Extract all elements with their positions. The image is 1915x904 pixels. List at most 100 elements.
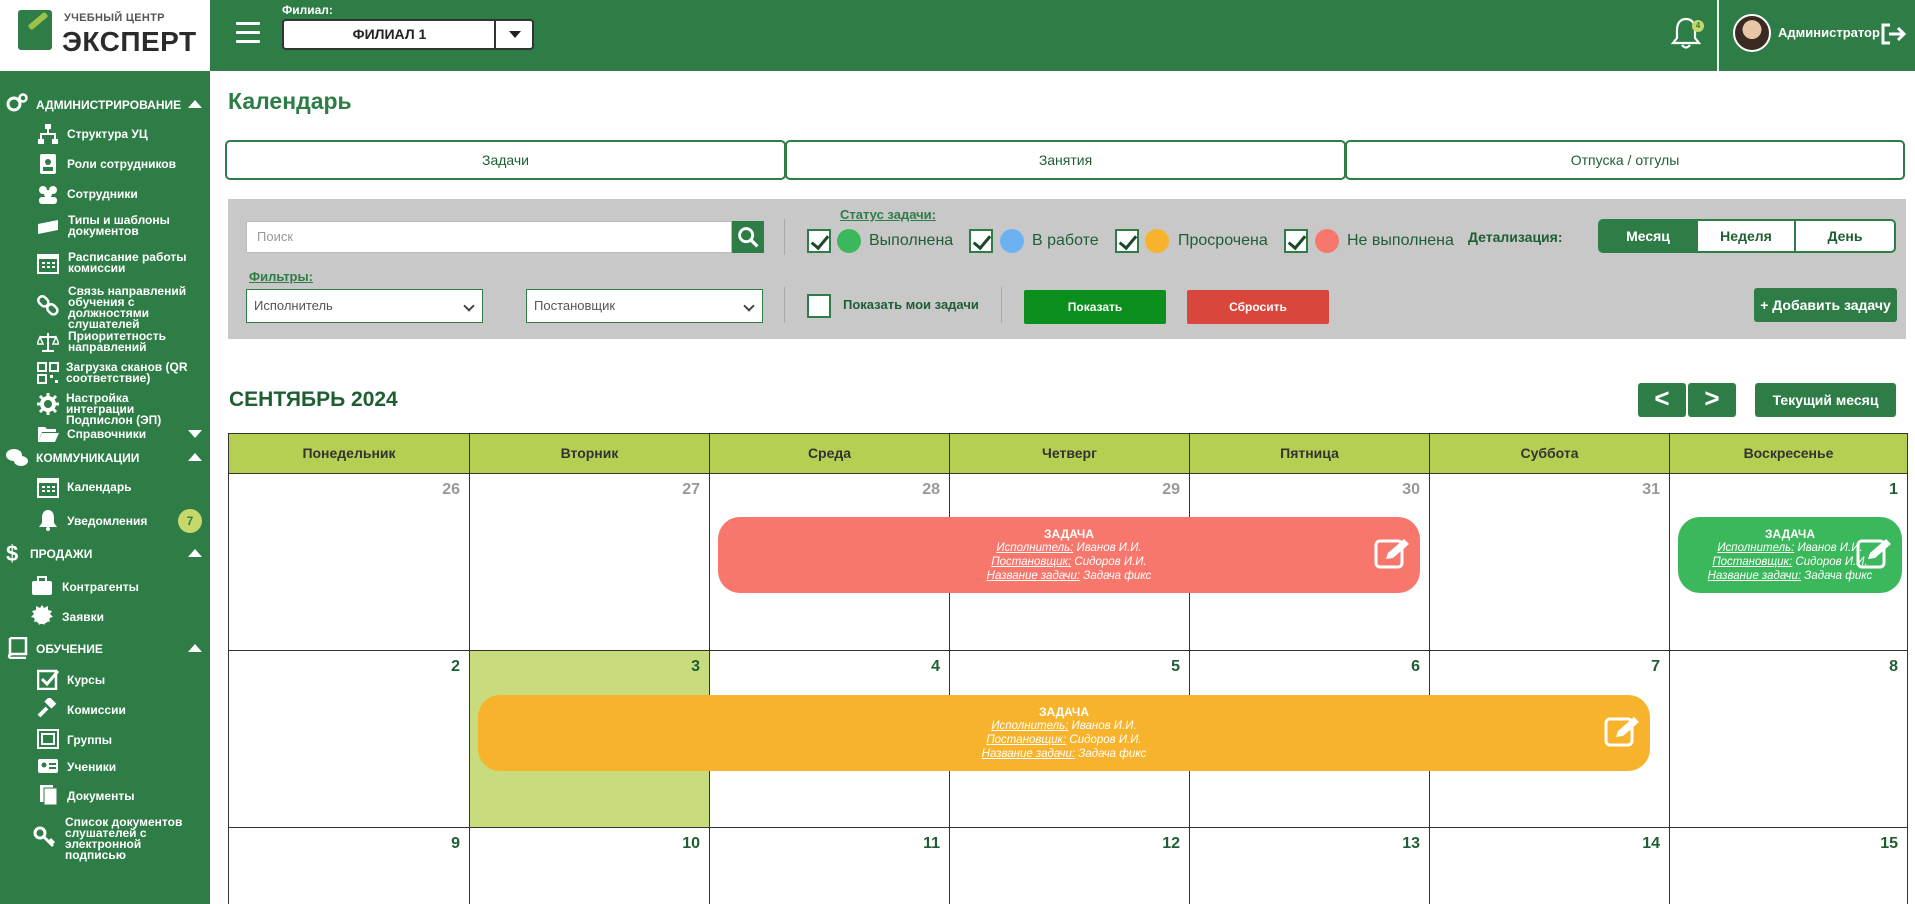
edit-icon[interactable] — [1604, 715, 1642, 749]
chevron-up-icon[interactable] — [188, 549, 202, 557]
sidebar-section-sales[interactable]: $ ПРОДАЖИ — [0, 541, 210, 567]
current-month-button[interactable]: Текущий месяц — [1755, 383, 1896, 417]
calendar-day-cell[interactable]: 8 — [1669, 650, 1908, 828]
sidebar-item-doc-types[interactable]: Типы и шаблоны документов — [0, 212, 210, 240]
calendar-day-cell[interactable]: 31 — [1429, 473, 1670, 651]
day-number: 28 — [922, 481, 940, 498]
sidebar-item-contractors[interactable]: Контрагенты — [0, 575, 210, 599]
search-input[interactable]: Поиск — [246, 221, 732, 253]
sidebar-item-structure[interactable]: Структура УЦ — [0, 123, 210, 145]
status-not-done-checkbox[interactable] — [1284, 229, 1308, 253]
calendar-day-cell[interactable]: 12 — [949, 827, 1190, 904]
sidebar-item-signed-documents[interactable]: Список документов слушателей с электронн… — [0, 814, 210, 861]
sidebar-item-roles[interactable]: Роли сотрудников — [0, 153, 210, 175]
branch-select[interactable]: ФИЛИАЛ 1 — [282, 19, 534, 50]
detail-month-button[interactable]: Месяц — [1598, 219, 1698, 253]
menu-toggle-icon[interactable] — [236, 22, 260, 44]
chevron-down-icon[interactable] — [188, 430, 202, 438]
day-number: 30 — [1402, 481, 1420, 498]
task-setter: Постановщик: Сидоров И.И. — [478, 733, 1650, 747]
sidebar-item-employees[interactable]: Сотрудники — [0, 183, 210, 205]
sidebar-item-requests[interactable]: Заявки — [0, 605, 210, 629]
task-setter-label: Постановщик: — [991, 556, 1072, 568]
sidebar-item-label: Контрагенты — [62, 580, 139, 594]
edit-icon[interactable] — [1856, 537, 1894, 571]
task-setter-label: Постановщик: — [1712, 556, 1793, 568]
sidebar-item-commissions[interactable]: Комиссии — [0, 698, 210, 722]
logout-icon[interactable] — [1880, 22, 1908, 46]
status-done-label: Выполнена — [869, 232, 954, 249]
task-name: Название задачи: Задача фикс — [478, 747, 1650, 761]
logo[interactable]: УЧЕБНЫЙ ЦЕНТР ЭКСПЕРТ — [0, 0, 210, 71]
sidebar-item-label: Роли сотрудников — [67, 157, 176, 171]
gears-icon — [6, 93, 28, 112]
sidebar-item-courses[interactable]: Курсы — [0, 668, 210, 692]
sidebar-item-scans[interactable]: Загрузка сканов (QR соответствие) — [0, 359, 210, 387]
calendar-day-cell[interactable]: 26 — [228, 473, 470, 651]
sidebar-item-priority[interactable]: Приоритетность направлений — [0, 328, 210, 356]
sidebar-section-admin[interactable]: АДМИНИСТРИРОВАНИЕ — [0, 93, 210, 116]
task-card[interactable]: ЗАДАЧА Исполнитель: Иванов И.И. Постановщи… — [718, 517, 1420, 593]
status-not-done-dot — [1315, 229, 1339, 253]
sidebar-item-notifications[interactable]: Уведомления 7 — [0, 507, 210, 535]
edit-icon[interactable] — [1374, 537, 1412, 571]
chevron-down-icon[interactable] — [494, 21, 532, 48]
detail-day-button[interactable]: День — [1794, 219, 1896, 253]
day-number: 11 — [923, 835, 940, 852]
calendar-day-cell[interactable]: 27 — [469, 473, 710, 651]
search-icon[interactable] — [732, 221, 764, 253]
task-title: ЗАДАЧА — [1043, 527, 1095, 541]
logo-title: ЭКСПЕРТ — [62, 26, 197, 57]
folder-open-icon — [38, 427, 59, 442]
sidebar-section-education[interactable]: ОБУЧЕНИЕ — [0, 637, 210, 661]
gear-icon — [37, 393, 59, 415]
calendar-day-cell[interactable]: 14 — [1429, 827, 1670, 904]
calendar-day-cell[interactable]: 15 — [1669, 827, 1908, 904]
tab-vacations[interactable]: Отпуска / отгулы — [1345, 140, 1905, 180]
filters-label: Фильтры: — [249, 269, 313, 284]
calendar-day-cell[interactable]: 2 — [228, 650, 470, 828]
chevron-up-icon[interactable] — [188, 100, 202, 108]
add-task-button[interactable]: + Добавить задачу — [1754, 288, 1897, 322]
show-button[interactable]: Показать — [1024, 290, 1166, 324]
executor-select[interactable]: Исполнитель — [246, 289, 483, 323]
calendar-day-cell[interactable]: 11 — [709, 827, 950, 904]
chevron-up-icon[interactable] — [188, 453, 202, 461]
calendar-day-cell[interactable]: 10 — [469, 827, 710, 904]
sidebar-item-calendar[interactable]: Календарь — [0, 476, 210, 500]
my-tasks-checkbox[interactable] — [807, 294, 831, 318]
sidebar-item-references[interactable]: Справочники — [0, 423, 210, 445]
next-month-button[interactable]: > — [1688, 383, 1736, 417]
calendar-icon — [37, 254, 59, 274]
calendar-day-cell[interactable]: 13 — [1189, 827, 1430, 904]
detail-week-button[interactable]: Неделя — [1696, 219, 1796, 253]
reset-button[interactable]: Сбросить — [1187, 290, 1329, 324]
divider — [784, 219, 785, 255]
chevron-up-icon[interactable] — [188, 644, 202, 652]
sidebar-item-students[interactable]: Ученики — [0, 755, 210, 779]
month-title: СЕНТЯБРЬ 2024 — [229, 388, 398, 411]
calendar-day-cell[interactable]: 9 — [228, 827, 470, 904]
task-card[interactable]: ЗАДАЧА Исполнитель: Иванов И.И. Постановщи… — [478, 695, 1650, 771]
document-type-icon — [38, 220, 58, 234]
status-in-progress-checkbox[interactable] — [969, 229, 993, 253]
sidebar-item-integration[interactable]: Настройка интеграции Подпислон (ЭП) — [0, 390, 210, 426]
avatar[interactable] — [1733, 14, 1771, 52]
sidebar-item-groups[interactable]: Группы — [0, 728, 210, 752]
status-done-checkbox[interactable] — [807, 229, 831, 253]
user-name[interactable]: Администратор — [1778, 25, 1880, 40]
task-executor: Исполнитель: Иванов И.И. — [718, 541, 1420, 555]
task-setter-value: Сидоров И.И. — [1066, 734, 1142, 746]
tab-lessons[interactable]: Занятия — [785, 140, 1346, 180]
sidebar-item-documents[interactable]: Документы — [0, 784, 210, 808]
setter-select[interactable]: Постановщик — [526, 289, 763, 323]
task-card[interactable]: ЗАДАЧА Исполнитель: Иванов И.И. Постановщи… — [1678, 517, 1902, 593]
prev-month-button[interactable]: < — [1638, 383, 1686, 417]
tab-tasks[interactable]: Задачи — [225, 140, 786, 180]
sidebar-item-directions-link[interactable]: Связь направлений обучения с должностями… — [0, 283, 210, 330]
sidebar-section-communications[interactable]: КОММУНИКАЦИИ — [0, 447, 210, 469]
status-overdue-checkbox[interactable] — [1115, 229, 1139, 253]
task-name-label: Название задачи: — [986, 570, 1081, 582]
sidebar-item-commission-schedule[interactable]: Расписание работы комиссии — [0, 249, 210, 277]
sidebar-section-label: ПРОДАЖИ — [30, 547, 93, 561]
